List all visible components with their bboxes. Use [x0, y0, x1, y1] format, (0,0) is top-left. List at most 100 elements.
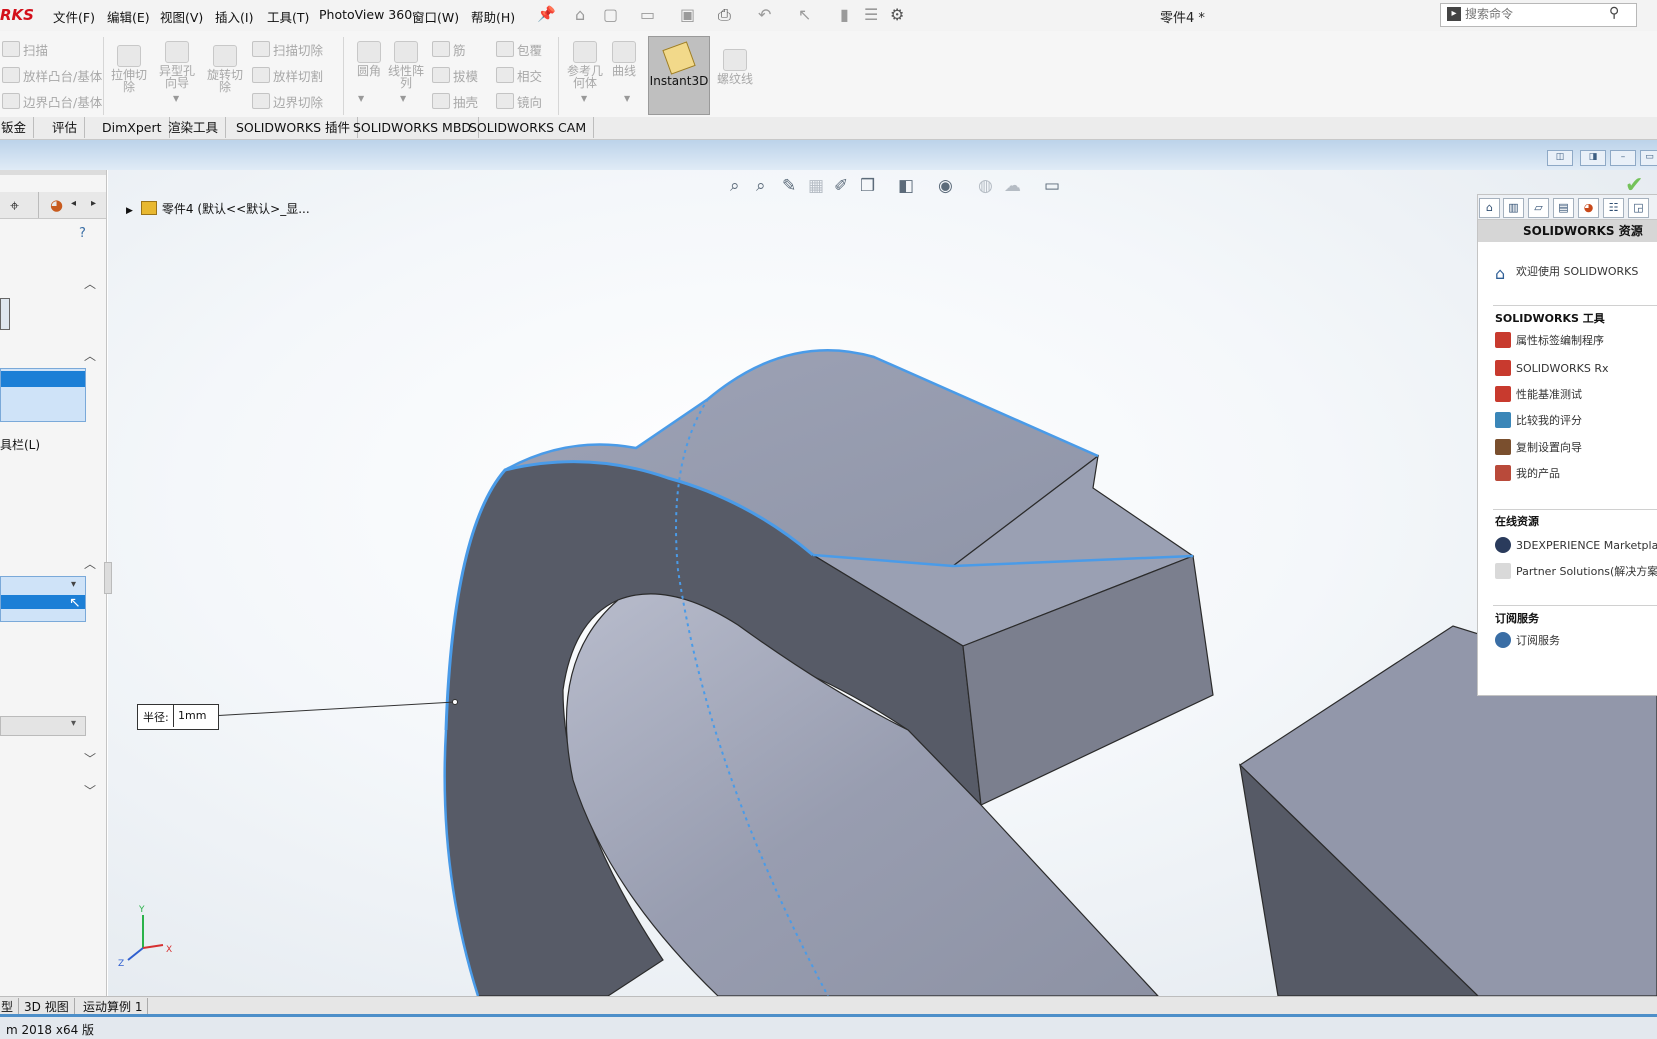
online-link[interactable]: 3DEXPERIENCE Marketplace — [1495, 537, 1657, 553]
view-orientation-icon[interactable]: ❒ — [860, 176, 875, 196]
rebuild-icon[interactable]: ▮ — [840, 5, 849, 24]
menu-help[interactable]: 帮助(H) — [471, 7, 515, 26]
search-commands[interactable]: ▸ ⚲ — [1440, 3, 1637, 27]
tool-link[interactable]: 比较我的评分 — [1495, 412, 1582, 428]
chevron-down-icon[interactable]: ▼ — [173, 94, 179, 103]
loft-button[interactable]: 放样凸台/基体 — [2, 66, 102, 85]
menu-view[interactable]: 视图(V) — [160, 7, 203, 26]
help-icon[interactable]: ? — [79, 226, 86, 241]
feature-tree-root[interactable]: ▶ 零件4 (默认<<默认>_显... — [126, 200, 310, 217]
chevron-down-icon[interactable]: ▾ — [71, 718, 76, 729]
revolved-cut-button[interactable]: 旋转切除 — [202, 43, 248, 93]
chevron-down-icon[interactable]: ▼ — [581, 94, 587, 103]
view-settings-icon[interactable]: ▭ — [1044, 176, 1060, 196]
tile-horizontal-icon[interactable]: ◫ — [1547, 150, 1573, 166]
menu-edit[interactable]: 编辑(E) — [107, 7, 150, 26]
view-palette-icon[interactable]: ▤ — [1553, 198, 1574, 218]
helix-button[interactable]: 螺纹线 — [712, 47, 758, 85]
edit-appearance-icon[interactable]: ◍ — [978, 176, 993, 196]
search-icon[interactable]: ⚲ — [1609, 5, 1619, 21]
dropdown-list[interactable]: ▾ ↖ — [0, 576, 86, 622]
linear-pattern-button[interactable]: 线性阵列 — [383, 39, 429, 89]
boundary-boss-button[interactable]: 边界凸台/基体 — [2, 92, 102, 111]
zoom-to-area-icon[interactable]: ⌕ — [756, 176, 766, 196]
fillet-type-button[interactable] — [0, 298, 10, 330]
print-icon[interactable]: ⎙ — [718, 5, 731, 25]
tab-solidworks-addins[interactable]: SOLIDWORKS 插件 — [229, 117, 359, 138]
boundary-cut-button[interactable]: 边界切除 — [252, 92, 323, 111]
tab-dimxpert[interactable]: DimXpert — [95, 117, 170, 138]
tool-link[interactable]: 复制设置向导 — [1495, 439, 1582, 455]
design-library-icon[interactable]: ▥ — [1503, 198, 1524, 218]
options-gear-icon[interactable]: ⚙ — [890, 5, 904, 24]
extruded-cut-button[interactable]: 拉伸切除 — [106, 43, 152, 93]
lofted-cut-button[interactable]: 放样切割 — [252, 66, 323, 85]
display-manager-icon[interactable]: ◕ — [50, 196, 63, 214]
chevron-down-icon[interactable]: ▼ — [358, 94, 364, 103]
subscription-link[interactable]: 订阅服务 — [1495, 632, 1560, 648]
intersect-button[interactable]: 相交 — [496, 66, 542, 85]
custom-properties-icon[interactable]: ☷ — [1603, 198, 1624, 218]
sweep-button[interactable]: 扫描 — [2, 40, 48, 59]
selected-list-item[interactable] — [1, 371, 85, 387]
tab-model[interactable]: 型 — [0, 998, 20, 1015]
search-input[interactable] — [1465, 5, 1605, 23]
draft-button[interactable]: 拔模 — [432, 66, 478, 85]
hole-wizard-button[interactable]: 异型孔向导 — [154, 39, 200, 89]
wrap-button[interactable]: 包覆 — [496, 40, 542, 59]
restore-icon[interactable]: ▭ — [1640, 150, 1657, 166]
forum-icon[interactable]: ◲ — [1628, 198, 1649, 218]
tab-3d-views[interactable]: 3D 视图 — [19, 998, 75, 1015]
collapse-chevron-icon[interactable]: ︿ — [84, 347, 96, 364]
home-icon[interactable]: ⌂ — [575, 5, 585, 24]
chevron-down-icon[interactable]: ▾ — [71, 579, 76, 590]
file-explorer-icon[interactable]: ▱ — [1528, 198, 1549, 218]
radius-callout[interactable]: 半径: 1mm — [137, 704, 219, 730]
menu-insert[interactable]: 插入(I) — [215, 7, 253, 26]
tab-sheet-metal[interactable]: 钣金 — [0, 117, 35, 138]
home-icon[interactable]: ⌂ — [1479, 198, 1500, 218]
curves-button[interactable]: 曲线 — [604, 39, 644, 77]
select-icon[interactable]: ↖ — [798, 5, 811, 24]
edges-selection-list[interactable] — [0, 368, 86, 422]
dynamic-annotation-icon[interactable]: ✐ — [834, 176, 848, 196]
config-manager-icon[interactable]: ⌖ — [10, 196, 19, 216]
chevron-down-icon[interactable]: ▼ — [400, 94, 406, 103]
menu-file[interactable]: 文件(F) — [53, 7, 95, 26]
tile-vertical-icon[interactable]: ◨ — [1580, 150, 1606, 166]
menu-window[interactable]: 窗口(W) — [412, 7, 459, 26]
tab-solidworks-mbd[interactable]: SOLIDWORKS MBD — [346, 117, 480, 138]
rib-button[interactable]: 筋 — [432, 40, 466, 59]
radius-value-field[interactable]: 1mm — [173, 705, 218, 727]
new-document-icon[interactable]: ▢ — [603, 5, 618, 24]
tool-link[interactable]: 属性标签编制程序 — [1495, 332, 1604, 348]
tool-link[interactable]: 性能基准测试 — [1495, 386, 1582, 402]
hide-show-items-icon[interactable]: ◉ — [938, 176, 953, 196]
tool-link[interactable]: SOLIDWORKS Rx — [1495, 360, 1609, 376]
scroll-left-icon[interactable]: ◂ — [71, 198, 76, 209]
minimize-icon[interactable]: – — [1610, 150, 1636, 166]
instant3d-button[interactable]: Instant3D — [648, 36, 710, 115]
tab-evaluate[interactable]: 评估 — [45, 117, 86, 138]
online-link[interactable]: Partner Solutions(解决方案) — [1495, 563, 1657, 579]
tab-motion-study[interactable]: 运动算例 1 — [78, 998, 149, 1015]
setting-dropdown[interactable]: ▾ — [0, 716, 86, 736]
tab-solidworks-cam[interactable]: SOLIDWORKS CAM — [462, 117, 595, 138]
previous-view-icon[interactable]: ✎ — [782, 176, 796, 196]
swept-cut-button[interactable]: 扫描切除 — [252, 40, 323, 59]
tab-render-tools[interactable]: 渲染工具 — [161, 117, 227, 138]
panel-splitter-handle[interactable] — [104, 562, 112, 594]
display-style-icon[interactable]: ◧ — [898, 176, 914, 196]
zoom-to-fit-icon[interactable]: ⌕ — [730, 176, 740, 196]
expand-chevron-icon[interactable]: ﹀ — [84, 750, 96, 767]
menu-tools[interactable]: 工具(T) — [267, 7, 309, 26]
tool-link[interactable]: 我的产品 — [1495, 465, 1560, 481]
scroll-right-icon[interactable]: ▸ — [91, 198, 96, 209]
reference-geometry-button[interactable]: 参考几何体 — [562, 39, 608, 89]
shell-button[interactable]: 抽壳 — [432, 92, 478, 111]
3d-model-view[interactable]: Y X Z — [108, 170, 1657, 996]
undo-icon[interactable]: ↶ — [758, 5, 771, 24]
file-properties-icon[interactable]: ☰ — [864, 5, 878, 24]
appearances-icon[interactable]: ◕ — [1578, 198, 1599, 218]
apply-scene-icon[interactable]: ☁ — [1004, 176, 1021, 196]
